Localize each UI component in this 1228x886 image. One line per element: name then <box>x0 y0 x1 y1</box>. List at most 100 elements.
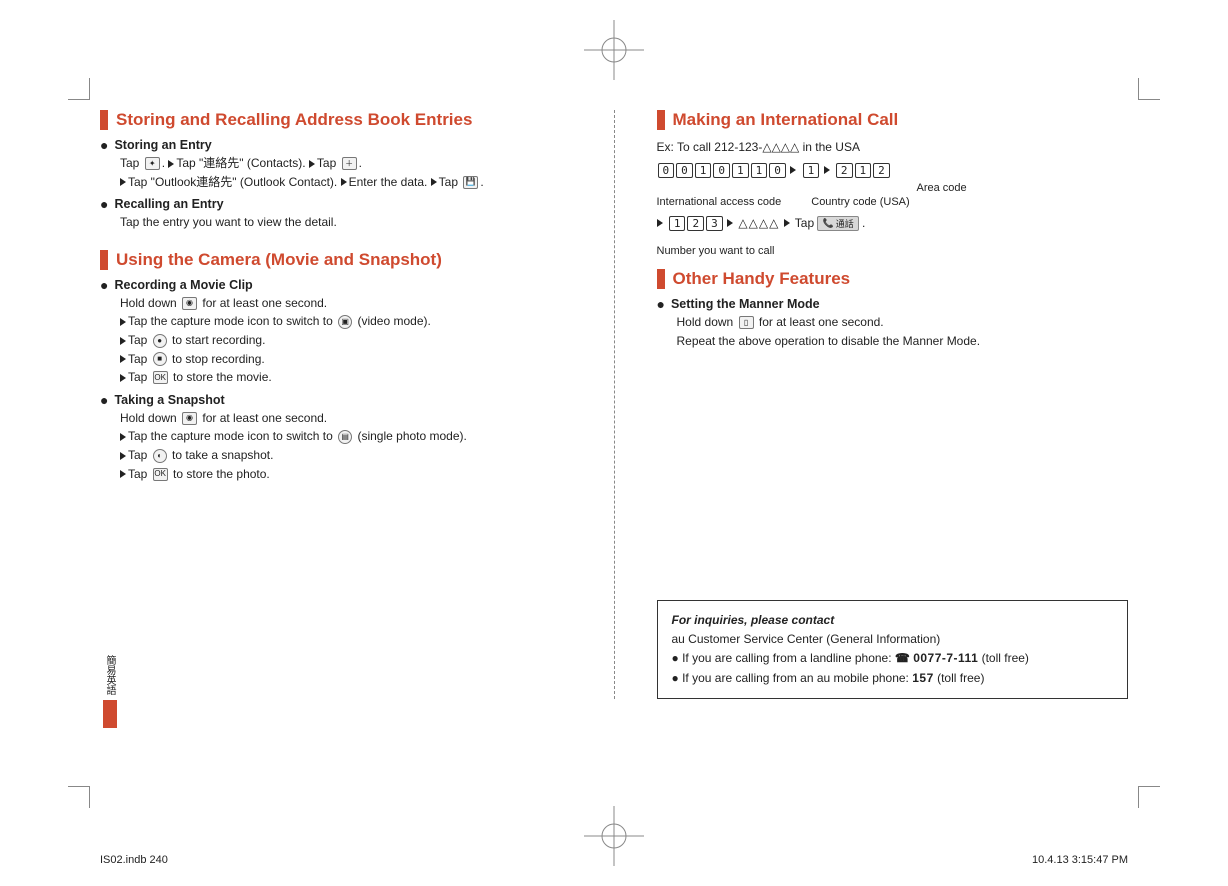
dial-labels: Area code International access code Coun… <box>657 182 1129 208</box>
bullet-head: Recalling an Entry <box>114 197 223 211</box>
bullet-icon: ● <box>100 197 108 211</box>
shutter-icon: ◐ <box>153 449 167 463</box>
body-text: Hold down ◉ for at least one second. <box>120 409 572 428</box>
area-code-label: Area code <box>917 182 1129 194</box>
body-text: Tap the capture mode icon to switch to ▣… <box>120 312 572 331</box>
section-bar-icon <box>657 110 665 130</box>
section-bar-icon <box>100 250 108 270</box>
section-title: Storing and Recalling Address Book Entri… <box>116 110 472 130</box>
bullet-item: ● Setting the Manner Mode <box>657 297 1129 311</box>
bullet-item: ● Storing an Entry <box>100 138 572 152</box>
dial-key: 2 <box>836 163 853 178</box>
camera-key-icon: ◉ <box>182 297 197 310</box>
dial-key: 1 <box>855 163 872 178</box>
save-icon: 💾 <box>463 176 478 189</box>
footer-right: 10.4.13 3:15:47 PM <box>1032 854 1128 866</box>
bullet-head: Recording a Movie Clip <box>114 278 252 292</box>
start-icon: ✦ <box>145 157 160 170</box>
placeholder-digits: △△△△ <box>738 216 783 230</box>
dial-key: 2 <box>873 163 890 178</box>
dial-key: 1 <box>751 163 768 178</box>
section-title: Using the Camera (Movie and Snapshot) <box>116 250 442 270</box>
column-divider <box>614 110 615 699</box>
step-arrow-icon <box>431 178 437 186</box>
bullet-head: Storing an Entry <box>114 138 211 152</box>
step-arrow-icon <box>120 374 126 382</box>
photo-mode-icon: ▤ <box>338 430 352 444</box>
contact-info-box: For inquiries, please contact au Custome… <box>657 600 1129 699</box>
section-heading: Making an International Call <box>657 110 1129 130</box>
step-arrow-icon <box>168 160 174 168</box>
dial-sequence: 123 △△△△ Tap 📞通話 . <box>657 216 1129 231</box>
record-icon: ● <box>153 334 167 348</box>
body-text: Tap ■ to stop recording. <box>120 350 572 369</box>
number-label: Number you want to call <box>657 245 1129 257</box>
freecall-icon: ☎ <box>895 651 910 665</box>
step-arrow-icon <box>657 219 663 227</box>
body-text: Tap ✦. Tap "連絡先" (Contacts). Tap ＋. <box>120 154 572 173</box>
new-contact-icon: ＋ <box>342 157 357 170</box>
step-arrow-icon <box>790 166 796 174</box>
bullet-item: ● Recording a Movie Clip <box>100 278 572 292</box>
country-code-label: Country code (USA) <box>811 196 909 208</box>
dial-key: 0 <box>769 163 786 178</box>
bullet-icon: ● <box>100 138 108 152</box>
crop-mark <box>1138 78 1160 100</box>
body-text: Hold down ▯ for at least one second. <box>677 313 1129 332</box>
bullet-icon: ● <box>100 393 108 407</box>
bullet-item: ● Recalling an Entry <box>100 197 572 211</box>
bullet-icon: ● <box>657 297 665 311</box>
dial-key: 1 <box>803 163 820 178</box>
dial-key: 0 <box>713 163 730 178</box>
call-button-icon: 📞通話 <box>817 216 858 231</box>
section-bar-icon <box>100 110 108 130</box>
page-footer: IS02.indb 240 10.4.13 3:15:47 PM <box>100 854 1128 866</box>
video-mode-icon: ▣ <box>338 315 352 329</box>
section-heading: Other Handy Features <box>657 269 1129 289</box>
info-subheading: au Customer Service Center (General Info… <box>672 630 1114 649</box>
page-content: Storing and Recalling Address Book Entri… <box>100 110 1128 699</box>
ok-icon: OK <box>153 371 168 384</box>
bullet-item: ● Taking a Snapshot <box>100 393 572 407</box>
section-title: Other Handy Features <box>673 269 851 289</box>
body-text: Repeat the above operation to disable th… <box>677 332 1129 351</box>
step-arrow-icon <box>120 318 126 326</box>
body-text: Tap "Outlook連絡先" (Outlook Contact). Ente… <box>120 173 572 192</box>
footer-left: IS02.indb 240 <box>100 854 168 866</box>
dial-key: 1 <box>695 163 712 178</box>
step-arrow-icon <box>341 178 347 186</box>
step-arrow-icon <box>824 166 830 174</box>
info-heading: For inquiries, please contact <box>672 611 1114 630</box>
section-heading: Using the Camera (Movie and Snapshot) <box>100 250 572 270</box>
info-line: ● If you are calling from an au mobile p… <box>672 669 1114 688</box>
dial-key: 0 <box>658 163 675 178</box>
crop-mark <box>1138 786 1160 808</box>
step-arrow-icon <box>784 219 790 227</box>
right-column: Making an International Call Ex: To call… <box>657 110 1129 699</box>
section-title: Making an International Call <box>673 110 899 130</box>
step-arrow-icon <box>120 433 126 441</box>
dial-key: 0 <box>676 163 693 178</box>
body-text: Tap OK to store the movie. <box>120 368 572 387</box>
step-arrow-icon <box>120 452 126 460</box>
dial-key: 3 <box>706 216 723 231</box>
bullet-icon: ● <box>100 278 108 292</box>
dial-key: 1 <box>732 163 749 178</box>
body-text: Hold down ◉ for at least one second. <box>120 294 572 313</box>
stop-icon: ■ <box>153 352 167 366</box>
registration-mark-top <box>584 20 644 80</box>
side-tab-block <box>103 700 117 728</box>
step-arrow-icon <box>727 219 733 227</box>
dial-sequence: 0010110 1 212 <box>657 163 1129 178</box>
body-text: Tap ● to start recording. <box>120 331 572 350</box>
manner-key-icon: ▯ <box>739 316 754 329</box>
phone-icon: 📞 <box>822 218 833 229</box>
section-bar-icon <box>657 269 665 289</box>
step-arrow-icon <box>120 337 126 345</box>
example-text: Ex: To call 212-123-△△△△ in the USA <box>657 138 1129 157</box>
body-text: Tap ◐ to take a snapshot. <box>120 446 572 465</box>
step-arrow-icon <box>309 160 315 168</box>
intl-access-label: International access code <box>657 196 782 208</box>
crop-mark <box>68 78 90 100</box>
step-arrow-icon <box>120 178 126 186</box>
